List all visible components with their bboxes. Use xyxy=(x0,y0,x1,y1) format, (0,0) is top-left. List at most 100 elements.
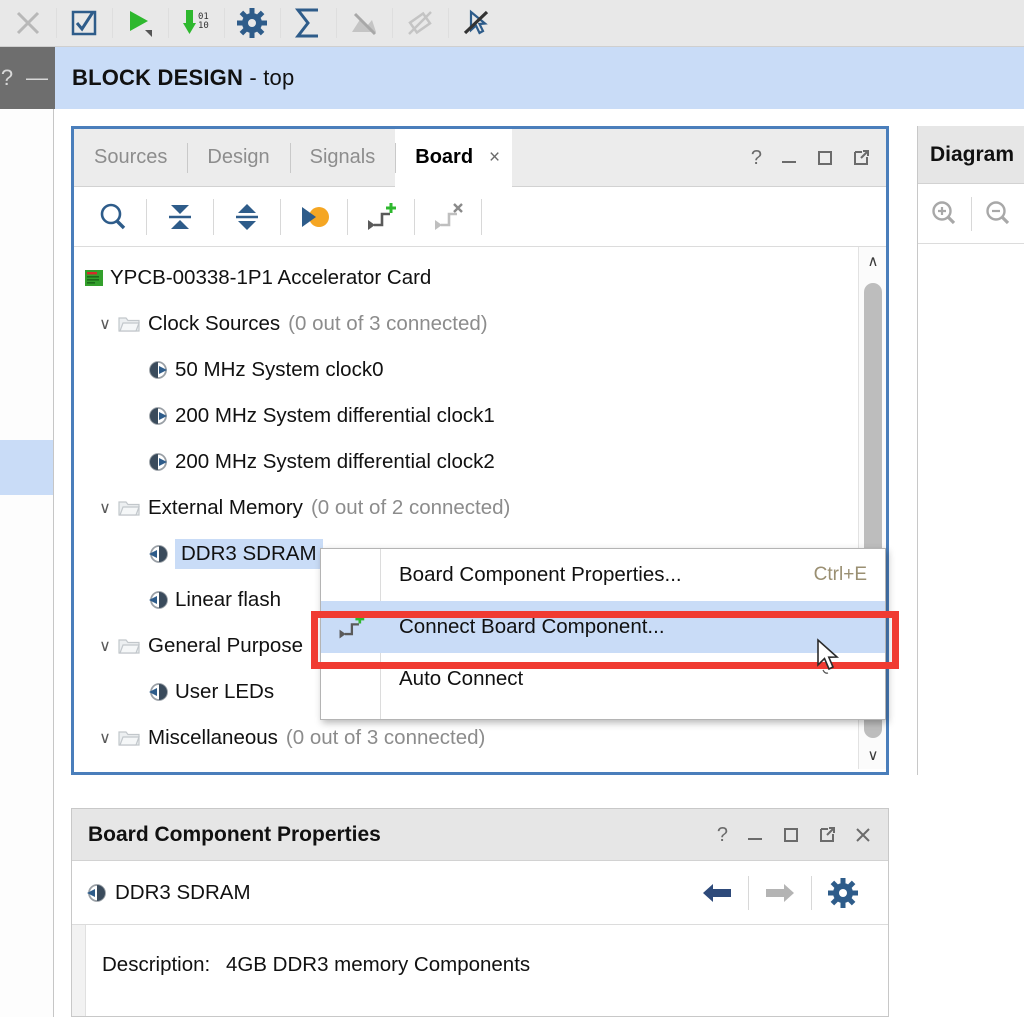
menu-item-auto-connect[interactable]: Auto Connect xyxy=(321,653,885,705)
maximize-icon[interactable] xyxy=(816,149,834,167)
tab-sources[interactable]: Sources xyxy=(74,129,187,186)
expand-all-icon[interactable] xyxy=(214,188,280,246)
properties-window-controls: ? xyxy=(717,825,872,845)
disconnect-board-component-icon[interactable] xyxy=(415,188,481,246)
run-icon[interactable] xyxy=(112,0,168,46)
tree-note: (0 out of 3 connected) xyxy=(285,726,486,749)
tree-row-clock0[interactable]: 50 MHz System clock0 xyxy=(74,347,858,393)
tree-row-miscellaneous[interactable]: ∨ Miscellaneous (0 out of 3 connected) xyxy=(74,715,858,761)
tree-row-external-memory[interactable]: ∨ External Memory (0 out of 2 connected) xyxy=(74,485,858,531)
close-icon[interactable] xyxy=(0,0,56,46)
tab-close-icon[interactable]: × xyxy=(489,147,500,169)
maximize-icon[interactable] xyxy=(782,826,800,844)
properties-component-row: DDR3 SDRAM xyxy=(72,861,888,925)
no-select-icon[interactable] xyxy=(448,0,504,46)
no-layout-icon[interactable] xyxy=(336,0,392,46)
component-icon xyxy=(148,406,169,426)
help-icon[interactable]: ? xyxy=(751,148,762,168)
chevron-down-icon[interactable]: ∨ xyxy=(92,498,118,518)
board-window-controls: ? xyxy=(751,129,886,186)
minimize-icon[interactable] xyxy=(780,149,798,167)
connect-board-component-icon xyxy=(321,612,381,642)
folder-icon xyxy=(118,637,140,655)
properties-side-strip xyxy=(72,925,86,1016)
tree-row-clock2[interactable]: 200 MHz System differential clock2 xyxy=(74,439,858,485)
zoom-out-icon[interactable] xyxy=(971,198,1024,230)
board-tabstrip: Sources Design Signals Board × ? xyxy=(74,129,886,187)
tree-row-clock1[interactable]: 200 MHz System differential clock1 xyxy=(74,393,858,439)
tree-label: Miscellaneous xyxy=(148,726,278,749)
search-icon[interactable] xyxy=(80,188,146,246)
show-connections-icon[interactable] xyxy=(281,188,347,246)
menu-item-board-component-properties[interactable]: Board Component Properties... Ctrl+E xyxy=(321,549,885,601)
menu-item-connect-board-component[interactable]: Connect Board Component... xyxy=(321,601,885,653)
unlink-icon[interactable] xyxy=(392,0,448,46)
forward-arrow-icon[interactable] xyxy=(749,880,811,906)
tree-row-clock-sources[interactable]: ∨ Clock Sources (0 out of 3 connected) xyxy=(74,301,858,347)
board-card-icon xyxy=(84,268,104,288)
mouse-cursor xyxy=(816,638,844,678)
minimize-icon[interactable]: — xyxy=(24,67,50,89)
page-title-sub: - top xyxy=(243,65,295,90)
validate-design-icon[interactable] xyxy=(56,0,112,46)
tab-board[interactable]: Board × xyxy=(395,129,513,187)
folder-icon xyxy=(118,315,140,333)
chevron-down-icon[interactable]: ∨ xyxy=(92,636,118,656)
tab-diagram[interactable]: Diagram xyxy=(930,143,1014,167)
chevron-down-icon[interactable]: ∨ xyxy=(92,728,118,748)
settings-gear-icon[interactable] xyxy=(224,0,280,46)
scroll-down-icon[interactable]: ∨ xyxy=(859,741,886,769)
float-icon[interactable] xyxy=(818,826,836,844)
diagram-panel: Diagram xyxy=(917,126,1024,775)
tab-signals[interactable]: Signals xyxy=(289,129,396,186)
properties-panel-header: Board Component Properties ? xyxy=(72,809,888,861)
menu-item-shortcut: Ctrl+E xyxy=(813,564,867,585)
tab-sources-label: Sources xyxy=(94,146,168,168)
properties-component-name: DDR3 SDRAM xyxy=(115,880,251,904)
app-toolbar: 01 10 xyxy=(0,0,1024,47)
menu-item-label: Connect Board Component... xyxy=(399,615,665,638)
chevron-down-icon[interactable]: ∨ xyxy=(92,314,118,334)
page-title-main: BLOCK DESIGN xyxy=(72,65,244,90)
zoom-in-icon[interactable] xyxy=(918,198,971,230)
tree-label: Clock Sources xyxy=(148,312,281,335)
float-icon[interactable] xyxy=(852,149,870,167)
menu-item-label: Auto Connect xyxy=(399,667,524,690)
minimize-icon[interactable] xyxy=(746,826,764,844)
component-icon xyxy=(148,544,169,564)
left-rail-selected-item[interactable] xyxy=(0,440,53,495)
help-icon[interactable]: ? xyxy=(0,65,20,91)
tree-row-board[interactable]: YPCB-00338-1P1 Accelerator Card xyxy=(74,255,858,301)
diagram-tabstrip: Diagram xyxy=(918,126,1024,184)
properties-nav-controls xyxy=(686,875,874,910)
tree-label: 200 MHz System differential clock1 xyxy=(175,404,495,427)
generate-output-icon[interactable]: 01 10 xyxy=(168,0,224,46)
board-panel-toolbar xyxy=(74,187,886,247)
component-icon xyxy=(148,590,169,610)
description-label: Description: xyxy=(102,953,211,976)
component-icon xyxy=(148,452,169,472)
component-icon xyxy=(148,682,169,702)
board-context-menu: Board Component Properties... Ctrl+E Con… xyxy=(320,548,886,720)
help-icon[interactable]: ? xyxy=(717,825,728,845)
scroll-up-icon[interactable]: ∧ xyxy=(859,247,886,275)
collapse-all-icon[interactable] xyxy=(147,188,213,246)
tree-label: YPCB-00338-1P1 Accelerator Card xyxy=(110,266,432,289)
page-title: BLOCK DESIGN - top xyxy=(72,65,294,91)
tree-label: External Memory xyxy=(148,496,303,519)
toolbar-separator xyxy=(481,198,482,235)
left-rail xyxy=(0,109,54,1017)
description-row: Description: 4GB DDR3 memory Components xyxy=(102,953,888,977)
sum-sigma-icon[interactable] xyxy=(280,0,336,46)
settings-gear-icon[interactable] xyxy=(812,877,874,908)
connect-board-component-icon[interactable] xyxy=(348,188,414,246)
folder-icon xyxy=(118,499,140,517)
component-icon xyxy=(148,360,169,380)
svg-text:10: 10 xyxy=(198,21,209,31)
tree-label: User LEDs xyxy=(175,680,275,703)
description-value: 4GB DDR3 memory Components xyxy=(225,953,531,976)
tab-board-label: Board xyxy=(415,146,474,168)
back-arrow-icon[interactable] xyxy=(686,880,748,906)
tab-design[interactable]: Design xyxy=(187,129,289,186)
close-icon[interactable] xyxy=(854,826,872,844)
